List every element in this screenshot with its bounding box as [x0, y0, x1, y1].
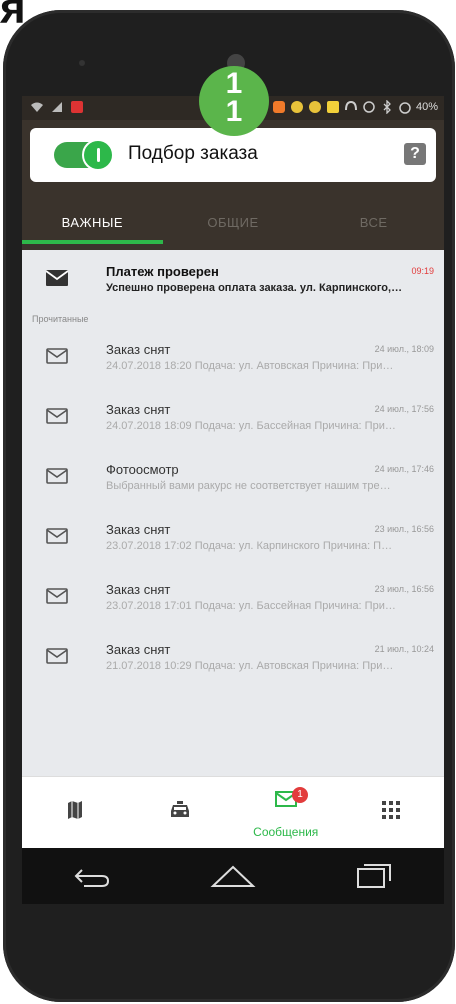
- message-title: Заказ снят: [106, 582, 171, 597]
- headphones-icon: [344, 100, 357, 111]
- battery-text: 40%: [415, 101, 438, 113]
- list-item[interactable]: Платеж проверен 09:19 Успешно проверена …: [22, 250, 444, 310]
- recents-icon: [356, 864, 391, 888]
- envelope-outline-icon: [46, 348, 68, 364]
- map-icon: [67, 801, 82, 819]
- message-time: 23 июл., 16:56: [374, 584, 434, 594]
- list-item[interactable]: Фотоосмотр 24 июл., 17:46 Выбранный вами…: [22, 448, 444, 508]
- recents-button[interactable]: [303, 848, 444, 904]
- back-button[interactable]: [22, 848, 163, 904]
- message-time: 09:19: [411, 266, 434, 276]
- nav-messages-label: Сообщения: [253, 825, 319, 839]
- list-item[interactable]: Заказ снят 23 июл., 16:56 23.07.2018 17:…: [22, 508, 444, 568]
- overlay-number-badge: 1 1: [199, 66, 269, 136]
- message-time: 24 июл., 17:56: [374, 404, 434, 414]
- message-text: 21.07.2018 10:29 Подача: ул. Автовская П…: [106, 660, 394, 672]
- orange-app-icon: [272, 101, 285, 113]
- message-time: 24 июл., 18:09: [374, 344, 434, 354]
- app-notification-icon: [71, 101, 83, 113]
- signal-icon: [52, 102, 62, 112]
- message-time: 21 июл., 10:24: [374, 644, 434, 654]
- section-label-read: Прочитанные: [32, 314, 89, 324]
- message-text: 24.07.2018 18:09 Подача: ул. Бассейная П…: [106, 420, 396, 432]
- message-title: Заказ снят: [106, 342, 171, 357]
- envelope-filled-icon: [46, 270, 68, 286]
- taxi-icon: [171, 801, 190, 817]
- toggle-knob[interactable]: [82, 139, 114, 171]
- message-text: Выбранный вами ракурс не соответствует н…: [106, 480, 391, 492]
- list-item[interactable]: Заказ снят 24 июл., 18:09 24.07.2018 18:…: [22, 328, 444, 388]
- message-title: Фотоосмотр: [106, 462, 179, 477]
- order-selection-toggle[interactable]: [54, 139, 114, 171]
- back-icon: [74, 869, 110, 887]
- tab-all[interactable]: ВСЕ: [303, 202, 444, 250]
- home-icon: [210, 865, 256, 887]
- message-title: Заказ снят: [106, 522, 171, 537]
- notification-icon: [308, 101, 321, 113]
- tab-general[interactable]: ОБЩИЕ: [163, 202, 304, 250]
- envelope-outline-icon: [46, 468, 68, 484]
- message-time: 24 июл., 17:46: [374, 464, 434, 474]
- grid-icon: [382, 801, 401, 819]
- order-selection-label: Подбор заказа: [128, 143, 258, 164]
- phone-frame: 40% Подбор заказа ? ВАЖНЫЕ ОБЩИЕ ВСЕ Пла…: [3, 10, 455, 1002]
- message-text: Успешно проверена оплата заказа. ул. Кар…: [106, 282, 403, 294]
- notification-icon: [326, 101, 339, 113]
- bottom-nav: 1 Сообщения: [22, 776, 444, 848]
- envelope-outline-icon: [46, 588, 68, 604]
- list-item[interactable]: Заказ снят 24 июл., 17:56 24.07.2018 18:…: [22, 388, 444, 448]
- alarm-icon: [399, 102, 411, 114]
- help-icon[interactable]: ?: [404, 143, 426, 165]
- notification-icon: [290, 101, 303, 113]
- sync-icon: [363, 101, 375, 113]
- message-text: 23.07.2018 17:02 Подача: ул. Карпинского…: [106, 540, 393, 552]
- message-time: 23 июл., 16:56: [374, 524, 434, 534]
- message-title: Заказ снят: [106, 642, 171, 657]
- header: Подбор заказа ? ВАЖНЫЕ ОБЩИЕ ВСЕ: [22, 120, 444, 250]
- order-selection-card: Подбор заказа ?: [30, 128, 436, 182]
- message-text: 23.07.2018 17:01 Подача: ул. Бассейная П…: [106, 600, 396, 612]
- list-item[interactable]: Заказ снят 23 июл., 16:56 23.07.2018 17:…: [22, 568, 444, 628]
- unread-badge: 1: [292, 787, 309, 803]
- tab-important[interactable]: ВАЖНЫЕ: [22, 202, 163, 250]
- bluetooth-icon: [383, 100, 391, 114]
- system-nav-bar: [22, 848, 444, 904]
- speaker-dot: [79, 60, 85, 66]
- envelope-outline-icon: [46, 408, 68, 424]
- app-screen: 40% Подбор заказа ? ВАЖНЫЕ ОБЩИЕ ВСЕ Пла…: [22, 96, 444, 848]
- nav-taxi[interactable]: [128, 777, 234, 848]
- envelope-outline-icon: [46, 528, 68, 544]
- nav-map[interactable]: [22, 777, 128, 848]
- wifi-icon: [31, 102, 43, 112]
- nav-messages[interactable]: 1 Сообщения: [233, 777, 339, 848]
- overlay-line-1: 1: [225, 67, 243, 100]
- overlay-line-2: 1: [225, 95, 243, 128]
- tab-bar: ВАЖНЫЕ ОБЩИЕ ВСЕ: [22, 202, 444, 250]
- envelope-outline-icon: [46, 648, 68, 664]
- list-item[interactable]: Заказ снят 21 июл., 10:24 21.07.2018 10:…: [22, 628, 444, 688]
- message-title: Платеж проверен: [106, 264, 219, 279]
- message-list: Платеж проверен 09:19 Успешно проверена …: [22, 250, 444, 688]
- message-title: Заказ снят: [106, 402, 171, 417]
- nav-menu[interactable]: [339, 777, 445, 848]
- message-text: 24.07.2018 18:20 Подача: ул. Автовская П…: [106, 360, 394, 372]
- home-button[interactable]: [163, 848, 304, 904]
